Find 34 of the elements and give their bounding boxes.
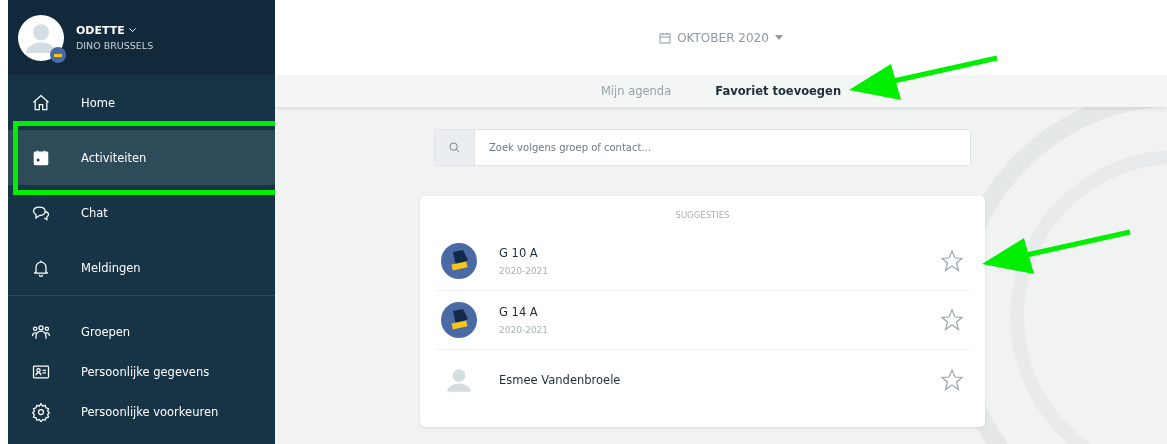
suggestion-row[interactable]: G 14 A 2020-2021	[435, 291, 970, 350]
group-logo-icon	[441, 243, 477, 279]
home-icon	[31, 92, 51, 113]
suggestion-row[interactable]: Esmee Vandenbroele	[435, 350, 970, 409]
star-button[interactable]	[940, 367, 964, 392]
settings-icon	[31, 402, 51, 422]
suggestion-name: G 10 A	[499, 246, 539, 260]
chevron-down-icon	[128, 28, 136, 33]
sidebar-item[interactable]: Meldingen	[8, 240, 275, 295]
suggestion-year: 2020-2021	[499, 325, 550, 335]
suggestion-row[interactable]: G 10 A 2020-2021	[435, 232, 970, 291]
sidebar-item[interactable]: Groepen	[8, 312, 275, 352]
sidebar-item[interactable]: Persoonlijke gegevens	[8, 352, 275, 392]
calendar-icon	[659, 31, 672, 44]
star-button[interactable]	[940, 308, 964, 332]
group-logo-icon	[441, 302, 477, 338]
tab[interactable]: Favoriet toevoegen	[715, 84, 842, 98]
suggestion-year: 2020-2021	[499, 266, 550, 276]
caret-icon	[774, 35, 783, 40]
badge-icon	[50, 46, 66, 63]
star-button[interactable]	[940, 249, 964, 273]
search-field[interactable]: Zoek volgens groep of contact...	[434, 129, 971, 166]
card-title: SUGGESTIES	[674, 210, 731, 220]
suggestion-name: Esmee Vandenbroele	[499, 372, 622, 387]
sidebar-item[interactable]: Chat	[8, 185, 275, 240]
sidebar-item[interactable]: Home	[8, 75, 275, 130]
organisation-name: DINO BRUSSELS	[76, 40, 154, 51]
sidebar-item[interactable]: Activiteiten	[8, 130, 275, 185]
avatar-icon	[18, 14, 64, 61]
user-name[interactable]: ODETTE	[76, 24, 125, 37]
users-icon	[31, 322, 51, 342]
sidebar-item[interactable]: Persoonlijke voorkeuren	[8, 392, 275, 432]
search-icon	[449, 142, 460, 153]
suggestion-name: G 14 A	[499, 305, 539, 319]
